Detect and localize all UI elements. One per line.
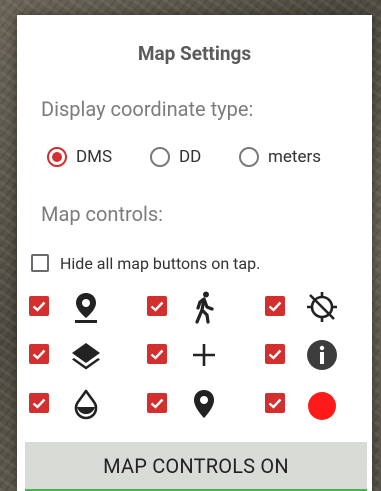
control-info-checkbox[interactable] [265,344,285,364]
control-location [29,287,139,327]
control-water-drop-checkbox[interactable] [29,393,49,413]
plus-icon[interactable] [187,338,221,372]
place-marker-icon[interactable] [187,387,221,421]
check-icon [268,398,282,409]
map-controls-grid [17,15,372,491]
control-location-checkbox[interactable] [29,296,49,316]
control-walking [147,287,257,327]
control-layers [29,335,139,375]
control-info [265,335,375,375]
control-zoom-in-checkbox[interactable] [147,344,167,364]
check-icon [32,349,46,360]
check-icon [268,301,282,312]
control-place-marker-checkbox[interactable] [147,393,167,413]
control-water-drop [29,384,139,424]
control-record [265,384,375,424]
control-record-checkbox[interactable] [265,393,285,413]
layers-icon[interactable] [69,338,103,372]
check-icon [268,349,282,360]
gps-off-icon[interactable] [305,290,339,324]
control-zoom-in [147,335,257,375]
info-icon[interactable] [305,338,339,372]
control-walking-checkbox[interactable] [147,296,167,316]
control-gps-off [265,287,375,327]
check-icon [32,398,46,409]
map-controls-toggle-button[interactable]: MAP CONTROLS ON [25,442,367,491]
check-icon [150,301,164,312]
control-layers-checkbox[interactable] [29,344,49,364]
record-dot-icon[interactable] [305,387,339,421]
water-drop-icon[interactable] [69,387,103,421]
walking-person-icon[interactable] [187,290,221,324]
control-place-marker [147,384,257,424]
control-gps-off-checkbox[interactable] [265,296,285,316]
map-settings-dialog: Map Settings Display coordinate type: DM… [17,15,372,491]
check-icon [150,398,164,409]
check-icon [32,301,46,312]
check-icon [150,349,164,360]
location-pin-icon[interactable] [69,290,103,324]
